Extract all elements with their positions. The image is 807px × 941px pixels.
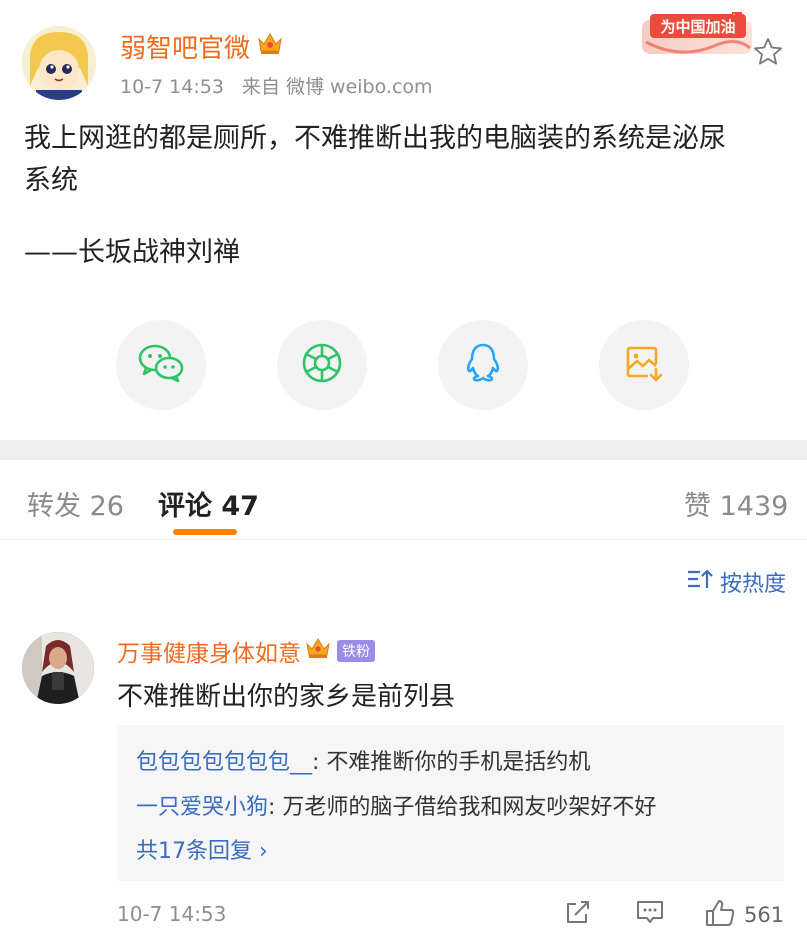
repost-icon [564,898,592,930]
reply-separator: : [312,750,327,775]
moments-icon [300,341,344,389]
commenter-avatar[interactable] [22,632,94,704]
save-image-button[interactable] [599,320,689,410]
reply-comment-button[interactable] [635,898,665,930]
post-content-line: 系统 [24,165,78,196]
like-comment-button[interactable]: 561 [704,898,784,932]
qq-icon [463,341,503,389]
post-content-line: 我上网逛的都是厕所，不难推断出我的电脑装的系统是泌尿 [24,123,726,154]
vip-crown-icon [305,636,331,666]
vip-crown-icon [256,30,284,63]
author-avatar[interactable] [22,26,96,100]
sort-by-heat-button[interactable]: 按热度 [686,566,786,598]
post-source: 来自 微博 weibo.com [241,76,433,98]
share-moments-button[interactable] [277,320,367,410]
china-cheer-badge: 为中国加油 [640,6,758,62]
active-tab-indicator [173,529,237,535]
post-content: 我上网逛的都是厕所，不难推断出我的电脑装的系统是泌尿 系统 ——长坂战神刘禅 [24,118,784,274]
like-count: 561 [744,903,785,927]
share-qq-button[interactable] [438,320,528,410]
sort-icon [686,567,714,597]
share-row [0,320,807,410]
more-replies-link[interactable]: 共17条回复 › [136,833,268,865]
tab-comments[interactable]: 评论 47 [158,484,259,523]
thumbs-up-icon [704,898,736,932]
post-author-name[interactable]: 弱智吧官微 [120,28,250,65]
comment-icon [635,898,665,930]
tab-likes[interactable]: 赞 1439 [684,484,788,523]
section-divider [0,440,807,460]
save-image-icon [623,342,665,388]
wechat-icon [137,342,185,388]
reply-item[interactable]: 包包包包包包包__: 不难推断你的手机是括约机 [136,744,590,776]
reply-separator: : [268,795,283,820]
reply-user[interactable]: 一只爱哭小狗 [136,795,268,820]
repost-comment-button[interactable] [564,898,592,930]
tab-repost[interactable]: 转发 26 [27,484,124,523]
reply-user[interactable]: 包包包包包包包__ [136,750,312,775]
post-meta: 10-7 14:53 来自 微博 weibo.com [120,72,445,99]
fan-badge: 铁粉 [337,640,375,662]
post-tabs: 转发 26 评论 47 赞 1439 [0,460,807,540]
post-author[interactable]: 弱智吧官微 [120,28,284,65]
share-wechat-button[interactable] [116,320,206,410]
post-time: 10-7 14:53 [120,76,224,98]
sort-label: 按热度 [720,572,787,597]
commenter-name-row: 万事健康身体如意 铁粉 [117,634,375,668]
reply-item[interactable]: 一只爱哭小狗: 万老师的脑子借给我和网友吵架好不好 [136,789,656,821]
favorite-star-icon[interactable] [752,36,784,68]
reply-box[interactable]: 包包包包包包包__: 不难推断你的手机是括约机 一只爱哭小狗: 万老师的脑子借给… [117,725,784,881]
badge-text: 为中国加油 [660,18,735,36]
reply-text: 不难推断你的手机是括约机 [326,750,591,775]
comment-text: 不难推断出你的家乡是前列县 [117,682,456,712]
post-signature: ——长坂战神刘禅 [24,237,240,268]
commenter-name[interactable]: 万事健康身体如意 [117,634,301,668]
comment-time: 10-7 14:53 [117,902,227,926]
reply-text: 万老师的脑子借给我和网友吵架好不好 [282,795,657,820]
weibo-post: 弱智吧官微 10-7 14:53 来自 微博 weibo.com 为中国加油 我… [0,0,807,440]
